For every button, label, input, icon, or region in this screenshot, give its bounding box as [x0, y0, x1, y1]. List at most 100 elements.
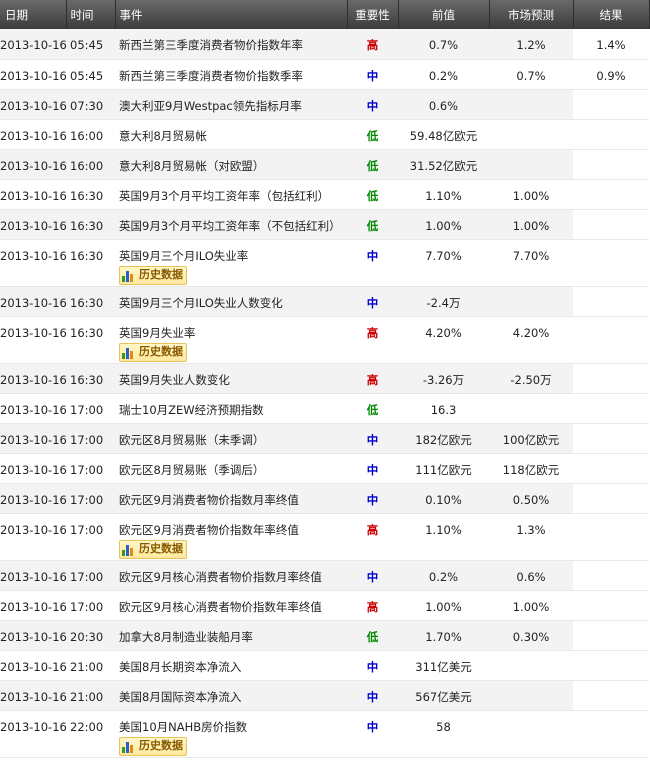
cell-time: 17:00: [66, 590, 115, 621]
cell-forecast: [489, 149, 573, 180]
cell-event: 意大利8月贸易帐: [115, 119, 347, 150]
history-data-button[interactable]: 历史数据: [119, 539, 187, 559]
table-row[interactable]: 2013-10-16 21:00 美国8月国际资本净流入 中 567亿美元: [0, 680, 649, 711]
table-row[interactable]: 2013-10-16 16:00 意大利8月贸易帐 低 59.48亿欧元: [0, 119, 649, 150]
cell-forecast: [489, 710, 573, 758]
table-row[interactable]: 2013-10-16 21:00 美国8月长期资本净流入 中 311亿美元: [0, 650, 649, 681]
cell-date: 2013-10-16: [0, 363, 67, 394]
cell-time: 17:00: [66, 393, 115, 424]
cell-importance: 中: [347, 423, 398, 454]
header-importance[interactable]: 重要性: [347, 0, 399, 29]
table-row[interactable]: 2013-10-16 17:00 欧元区9月核心消费者物价指数月率终值 中 0.2% 0.…: [0, 560, 649, 591]
event-name: 美国8月国际资本净流入: [119, 689, 242, 704]
cell-importance: 高: [347, 363, 398, 394]
table-row[interactable]: 2013-10-16 17:00 欧元区8月贸易账（未季调） 中 182亿欧元 100亿欧…: [0, 423, 649, 454]
history-data-button[interactable]: 历史数据: [119, 736, 187, 756]
history-data-label: 历史数据: [139, 542, 183, 555]
history-data-button[interactable]: 历史数据: [119, 265, 187, 285]
cell-previous: 59.48亿欧元: [398, 119, 489, 150]
table-body: 2013-10-16 05:45 新西兰第三季度消费者物价指数年率高 0.7% 1.2%…: [0, 29, 649, 758]
table-row[interactable]: 2013-10-16 16:00 意大利8月贸易帐（对欧盟） 低 31.52亿欧元: [0, 149, 649, 180]
cell-event: 欧元区8月贸易账（未季调）: [115, 423, 347, 454]
table-row[interactable]: 2013-10-16 05:45 新西兰第三季度消费者物价指数季率 中 0.2% 0.7%…: [0, 59, 649, 90]
table-row[interactable]: 2013-10-16 20:30 加拿大8月制造业装船月率 低 1.70% 0.30%: [0, 620, 649, 651]
event-name: 欧元区9月核心消费者物价指数月率终值: [119, 569, 322, 584]
table-row[interactable]: 2013-10-16 22:00 美国10月NAHB房价指数 历史数据中 58: [0, 710, 649, 758]
cell-previous: 0.2%: [398, 59, 489, 90]
header-date[interactable]: 日期: [0, 0, 67, 29]
event-name: 英国9月失业人数变化: [119, 372, 230, 387]
cell-previous: 182亿欧元: [398, 423, 489, 454]
cell-previous: 1.00%: [398, 209, 489, 240]
table-row[interactable]: 2013-10-16 16:30 英国9月失业率 历史数据高 4.20% 4.20%: [0, 316, 649, 364]
table-row[interactable]: 2013-10-16 17:00 欧元区8月贸易账（季调后） 中 111亿欧元 118亿欧…: [0, 453, 649, 484]
calendar-page: 日期 时间 事件 重要性 前值 市场预测 结果 2013-10-16 05:45 新…: [0, 0, 650, 763]
cell-importance: 中: [347, 89, 398, 120]
cell-actual: [573, 119, 649, 150]
table-row[interactable]: 2013-10-16 16:30 英国9月三个月ILO失业率 历史数据中 7.70% 7.…: [0, 239, 649, 287]
cell-previous: 31.52亿欧元: [398, 149, 489, 180]
cell-previous: 7.70%: [398, 239, 489, 287]
cell-previous: -3.26万: [398, 363, 489, 394]
table-row[interactable]: 2013-10-16 16:30 英国9月3个月平均工资年率（不包括红利）低 1.00…: [0, 209, 649, 240]
cell-date: 2013-10-16: [0, 423, 67, 454]
cell-event: 美国8月国际资本净流入: [115, 680, 347, 711]
cell-date: 2013-10-16: [0, 650, 67, 681]
cell-forecast: 100亿欧元: [489, 423, 573, 454]
cell-actual: [573, 513, 649, 561]
cell-event: 欧元区9月核心消费者物价指数月率终值: [115, 560, 347, 591]
table-row[interactable]: 2013-10-16 16:30 英国9月3个月平均工资年率（包括红利） 低 1.10%…: [0, 179, 649, 210]
header-actual[interactable]: 结果: [573, 0, 650, 29]
cell-date: 2013-10-16: [0, 239, 67, 287]
cell-actual: [573, 363, 649, 394]
cell-previous: 1.10%: [398, 179, 489, 210]
cell-time: 17:00: [66, 483, 115, 514]
economic-calendar-table: 日期 时间 事件 重要性 前值 市场预测 结果 2013-10-16 05:45 新…: [0, 0, 650, 758]
header-forecast[interactable]: 市场预测: [489, 0, 574, 29]
cell-date: 2013-10-16: [0, 453, 67, 484]
cell-previous: 1.70%: [398, 620, 489, 651]
header-event[interactable]: 事件: [115, 0, 348, 29]
cell-time: 17:00: [66, 513, 115, 561]
table-row[interactable]: 2013-10-16 07:30 澳大利亚9月Westpac领先指标月率 中 0.6%: [0, 89, 649, 120]
event-name: 瑞士10月ZEW经济预期指数: [119, 402, 264, 417]
cell-time: 20:30: [66, 620, 115, 651]
event-name: 英国9月3个月平均工资年率（包括红利）: [119, 188, 330, 203]
event-name: 英国9月失业率: [119, 325, 196, 340]
cell-importance: 中: [347, 239, 398, 287]
cell-previous: 1.00%: [398, 590, 489, 621]
cell-actual: [573, 590, 649, 621]
table-row[interactable]: 2013-10-16 16:30 英国9月三个月ILO失业人数变化 中 -2.4万: [0, 286, 649, 317]
cell-forecast: 0.7%: [489, 59, 573, 90]
cell-forecast: [489, 393, 573, 424]
table-row[interactable]: 2013-10-16 17:00 瑞士10月ZEW经济预期指数 低 16.3: [0, 393, 649, 424]
cell-time: 16:30: [66, 179, 115, 210]
table-row[interactable]: 2013-10-16 17:00 欧元区9月核心消费者物价指数年率终值高 1.00% 1…: [0, 590, 649, 621]
history-data-button[interactable]: 历史数据: [119, 342, 187, 362]
cell-time: 05:45: [66, 29, 115, 60]
cell-importance: 高: [347, 590, 398, 621]
table-row[interactable]: 2013-10-16 16:30 英国9月失业人数变化 高 -3.26万 -2.50万: [0, 363, 649, 394]
cell-forecast: [489, 119, 573, 150]
cell-importance: 中: [347, 560, 398, 591]
cell-forecast: 118亿欧元: [489, 453, 573, 484]
header-time[interactable]: 时间: [66, 0, 116, 29]
cell-event: 瑞士10月ZEW经济预期指数: [115, 393, 347, 424]
table-row[interactable]: 2013-10-16 05:45 新西兰第三季度消费者物价指数年率 高 0.7% 1.2%…: [0, 29, 649, 60]
history-data-label: 历史数据: [139, 268, 183, 281]
cell-actual: [573, 483, 649, 514]
table-row[interactable]: 2013-10-16 17:00 欧元区9月消费者物价指数年率终值 历史数据高 1.10…: [0, 513, 649, 561]
cell-time: 16:00: [66, 149, 115, 180]
event-name: 新西兰第三季度消费者物价指数年率: [119, 38, 303, 52]
bar-chart-icon: [122, 346, 136, 359]
cell-forecast: 4.20%: [489, 316, 573, 364]
cell-actual: [573, 620, 649, 651]
event-name: 欧元区8月贸易账（未季调）: [119, 432, 265, 447]
bar-chart-icon: [122, 543, 136, 556]
cell-event: 欧元区8月贸易账（季调后）: [115, 453, 347, 484]
cell-forecast: 1.00%: [489, 590, 573, 621]
table-row[interactable]: 2013-10-16 17:00 欧元区9月消费者物价指数月率终值 中 0.10% 0.5…: [0, 483, 649, 514]
header-previous[interactable]: 前值: [398, 0, 490, 29]
cell-importance: 中: [347, 710, 398, 758]
cell-forecast: 1.00%: [489, 179, 573, 210]
